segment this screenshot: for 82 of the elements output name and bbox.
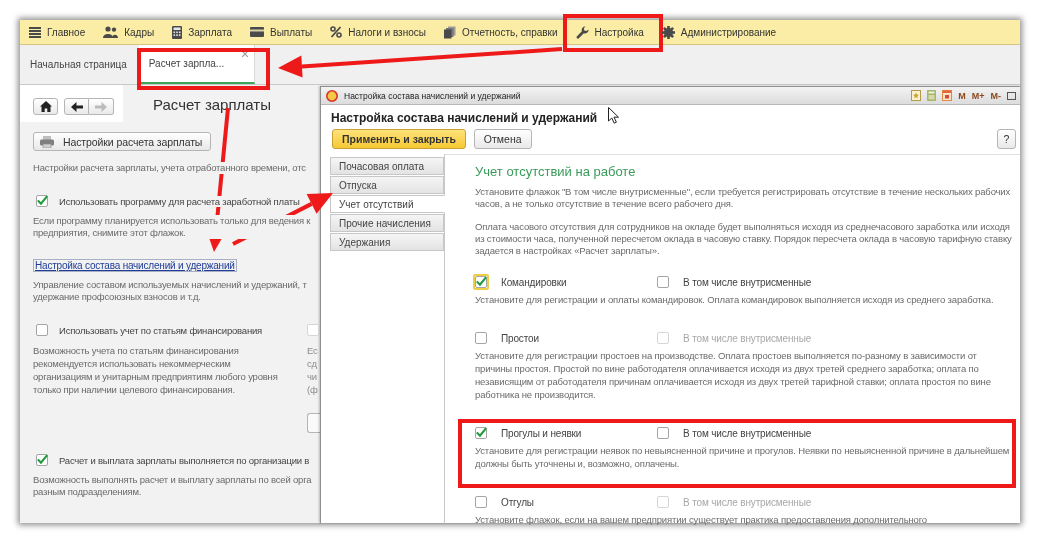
description-text: Если программу планируется использовать только для ведения к предприятия, снимите этот флажок. <box>33 215 311 239</box>
checkmark-icon <box>37 195 48 205</box>
settings-button[interactable]: Настройки расчета зарплаты <box>33 132 212 151</box>
input-field[interactable] <box>307 413 320 433</box>
checkbox[interactable] <box>657 427 669 439</box>
logo-icon <box>326 89 338 102</box>
settings-link[interactable]: Настройка состава начислений и удержаний <box>33 259 237 272</box>
checkbox-label: Использовать программу для расчета заработной платы <box>59 195 300 207</box>
checkmark-icon <box>37 454 48 464</box>
checkbox-label: Командировки <box>501 276 567 288</box>
description-text: Установите для регистрации неявок по невыясненной причине и прогулов. Неявки по невыясненной причине в дальнейшем должны быть уточнены и, возможно, оплачены. <box>475 444 1011 470</box>
menu-item[interactable]: Настройка <box>566 20 653 44</box>
checkbox[interactable] <box>475 332 487 344</box>
menu-item[interactable]: Налоги и взносы <box>321 20 435 44</box>
favorites-icon[interactable] <box>911 90 922 101</box>
menu-item[interactable]: Главное <box>20 20 95 44</box>
description-text: Установите флажок, если на вашем предприятии существует практика предоставления дополнительного <box>475 513 928 526</box>
cancel-button[interactable]: Отмена <box>473 129 532 149</box>
checkbox-label: Отгулы <box>501 496 534 508</box>
menu-item[interactable]: Выплаты <box>241 20 322 44</box>
checkbox-label: В том числе внутрисменные <box>683 276 812 288</box>
checkbox-label: В том числе внутрисменные <box>683 496 812 508</box>
window-title: Настройка состава начислений и удержаний <box>344 90 521 101</box>
checkbox[interactable] <box>36 195 48 207</box>
home-icon <box>39 101 52 112</box>
calculator-icon <box>172 25 183 39</box>
printer-icon <box>40 135 54 148</box>
page-title: Расчет зарплаты <box>153 95 271 115</box>
home-button[interactable] <box>33 98 58 115</box>
cursor-icon <box>608 107 619 124</box>
checkbox[interactable] <box>36 324 48 336</box>
memory-button[interactable]: M- <box>990 90 1001 101</box>
dialog-heading: Настройка состава начислений и удержаний <box>330 110 598 125</box>
memory-button[interactable]: M+ <box>971 90 985 101</box>
description-text: Установите для регистрации и оплаты командировок. Оплата командировок выполняется исходя из среднего заработка. <box>475 293 995 306</box>
calculator-icon[interactable] <box>927 90 937 101</box>
menu-item[interactable]: Отчетность, справки <box>434 20 567 44</box>
back-arrow-icon <box>70 101 83 112</box>
people-icon <box>103 26 119 38</box>
percent-icon <box>330 26 343 38</box>
description-text: Возможность учета по статьям финансирования рекомендуется использовать некоммерческим организациям и унитарным предприятиям любого уровня только при наличии целевого финансирования. <box>33 344 278 396</box>
section-tab[interactable]: Отпуска <box>330 176 444 194</box>
description-text: Ес сд чи (ф <box>307 344 318 396</box>
documents-icon <box>443 25 456 39</box>
description-text: Настройки расчета зарплаты, учета отработанного времени, отс <box>33 162 306 174</box>
menu-item[interactable]: Администрирование <box>652 20 786 44</box>
section-tab[interactable]: Учет отсутствий <box>330 195 445 213</box>
checkbox-label: В том числе внутрисменные <box>683 427 812 439</box>
wrench-icon <box>575 25 589 39</box>
memory-button[interactable]: M <box>958 90 966 101</box>
section-tab[interactable]: Удержания <box>330 233 444 251</box>
checkmark-icon <box>476 427 487 437</box>
checkbox-label: В том числе внутрисменные <box>683 332 812 344</box>
gear-icon <box>661 25 675 39</box>
description-text: Управление составом используемых начислений и удержаний, т удержание профсоюзных взносов и т.д. <box>33 279 307 303</box>
calendar-icon[interactable] <box>942 90 953 101</box>
checkbox[interactable] <box>475 496 487 508</box>
maximize-icon[interactable] <box>1007 91 1016 100</box>
tab[interactable]: Начальная страница <box>20 45 137 84</box>
section-tab[interactable]: Прочие начисления <box>330 214 444 232</box>
apply-button[interactable]: Применить и закрыть <box>332 129 466 149</box>
description-text: Установите для регистрации простоев на производстве. Оплата простоев выполняется по-разному в зависимости от причины простоя. Простой по вине работодателя оплачивается исходя из двух третей среднего заработка; оплата по независящим от работодателя причинам оплачивается исходя из двух третей тарифной ставки; оплата простоя по вине работника не производится. <box>475 349 992 401</box>
menu-item[interactable]: Кадры <box>94 20 164 44</box>
description-text: Возможность выполнять расчет и выплату зарплаты по всей орга разным подразделениям. <box>33 474 312 498</box>
checkbox-label: Прогулы и неявки <box>501 427 582 439</box>
checkbox[interactable] <box>36 454 48 466</box>
menu-item[interactable]: Зарплата <box>163 20 241 44</box>
checkmark-icon <box>476 276 487 286</box>
menu-icon <box>29 26 41 38</box>
back-button[interactable] <box>64 98 89 115</box>
wallet-icon <box>250 27 264 37</box>
close-icon[interactable] <box>242 51 249 57</box>
checkbox-label: Использовать учет по статьям финансирования <box>59 324 263 336</box>
description-text: Установите флажок "В том числе внутрисменные", если требуется регистрировать отсутствие в течение нескольких рабочих часов, а не только отсутствие в течение всего рабочего дня. <box>475 186 1012 210</box>
description-text: Оплата часового отсутствия для сотрудников на окладе будет выполняться исходя из среднечасового заработка или исходя из стоимости часа, полученной пересчетом оклада в часовую ставку. Порядок пересчета оклада в часовую тарифную ставку задается в настройках «Расчет зарплаты». <box>475 221 1013 257</box>
forward-arrow-icon <box>95 101 107 112</box>
section-heading: Учет отсутствий на работе <box>475 164 636 179</box>
checkbox[interactable] <box>657 276 669 288</box>
checkbox-label: Простои <box>501 332 539 344</box>
checkbox[interactable] <box>475 427 487 439</box>
section-tab[interactable]: Почасовая оплата <box>330 157 444 175</box>
help-button[interactable]: ? <box>997 129 1016 149</box>
